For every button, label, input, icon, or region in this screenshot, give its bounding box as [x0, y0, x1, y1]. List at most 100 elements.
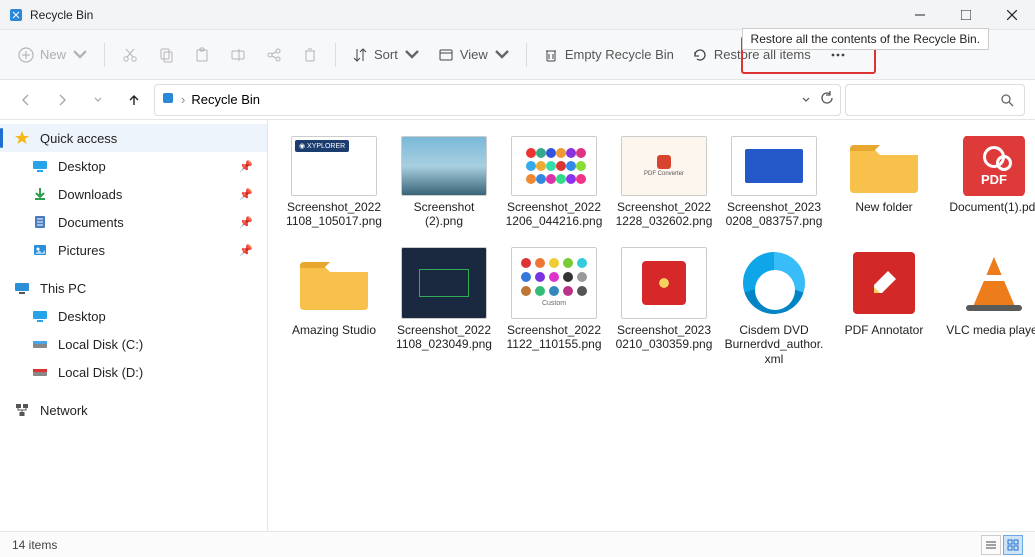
file-item[interactable]: PDF Document(1).pdf: [944, 136, 1035, 229]
sidebar-label: Downloads: [58, 187, 122, 202]
sidebar-quick-access[interactable]: Quick access: [0, 124, 267, 152]
file-list-area[interactable]: ◉ XYPLORER Screenshot_20221108_105017.pn…: [268, 120, 1035, 531]
file-label: Cisdem DVD Burnerdvd_author.xml: [724, 323, 824, 366]
sidebar-item-local-disk-c[interactable]: Local Disk (C:): [0, 330, 267, 358]
vlc-icon: [951, 247, 1035, 319]
file-item[interactable]: Custom Screenshot_20221122_110155.png: [504, 247, 604, 366]
file-label: Screenshot_20230208_083757.png: [724, 200, 824, 229]
sidebar-item-documents[interactable]: Documents 📌: [0, 208, 267, 236]
item-count: 14 items: [12, 538, 57, 552]
sidebar-item-desktop[interactable]: Desktop 📌: [0, 152, 267, 180]
file-item[interactable]: PDF Converter Screenshot_20221228_032602…: [614, 136, 714, 229]
empty-label: Empty Recycle Bin: [565, 47, 674, 62]
file-label: New folder: [855, 200, 912, 214]
recycle-bin-icon: [161, 91, 175, 108]
sidebar-item-local-disk-d[interactable]: Local Disk (D:): [0, 358, 267, 386]
status-bar: 14 items: [0, 531, 1035, 557]
file-label: Screenshot (2).png: [394, 200, 494, 229]
sidebar-label: Network: [40, 403, 88, 418]
file-item[interactable]: Screenshot (2).png: [394, 136, 494, 229]
file-item[interactable]: PDF Annotator: [834, 247, 934, 366]
file-label: Amazing Studio: [292, 323, 376, 337]
network-icon: [14, 402, 30, 418]
details-view-button[interactable]: [981, 535, 1001, 555]
file-item[interactable]: Screenshot_20230210_030359.png: [614, 247, 714, 366]
sidebar-label: Local Disk (C:): [58, 337, 143, 352]
star-icon: [14, 130, 30, 146]
search-icon: [1000, 93, 1014, 107]
file-label: Screenshot_20221108_105017.png: [284, 200, 384, 229]
sidebar-label: Local Disk (D:): [58, 365, 143, 380]
file-item[interactable]: New folder: [834, 136, 934, 229]
desktop-icon: [32, 158, 48, 174]
icons-view-button[interactable]: [1003, 535, 1023, 555]
file-label: Document(1).pdf: [949, 200, 1035, 214]
view-label: View: [460, 47, 488, 62]
new-button[interactable]: New: [10, 38, 96, 72]
navigation-pane: Quick access Desktop 📌 Downloads 📌 Docum…: [0, 120, 268, 531]
close-button[interactable]: [989, 0, 1035, 30]
sidebar-this-pc[interactable]: This PC: [0, 274, 267, 302]
address-dropdown-icon[interactable]: [802, 92, 810, 107]
file-item[interactable]: VLC media player: [944, 247, 1035, 366]
sidebar-label: Desktop: [58, 159, 106, 174]
view-button[interactable]: View: [430, 38, 518, 72]
sidebar-label: Desktop: [58, 309, 106, 324]
file-item[interactable]: ◉ XYPLORER Screenshot_20221108_105017.pn…: [284, 136, 384, 229]
empty-recycle-bin-button[interactable]: Empty Recycle Bin: [535, 38, 682, 72]
forward-button[interactable]: [46, 84, 78, 116]
delete-button[interactable]: [293, 38, 327, 72]
recent-locations-button[interactable]: [82, 84, 114, 116]
title-bar: Recycle Bin: [0, 0, 1035, 30]
minimize-button[interactable]: [897, 0, 943, 30]
search-box[interactable]: [845, 84, 1025, 116]
pin-icon: 📌: [239, 244, 253, 257]
document-icon: [32, 214, 48, 230]
file-label: Screenshot_20221228_032602.png: [614, 200, 714, 229]
file-item[interactable]: Amazing Studio: [284, 247, 384, 366]
file-label: VLC media player: [946, 323, 1035, 337]
sidebar-item-pc-desktop[interactable]: Desktop: [0, 302, 267, 330]
breadcrumb-segment[interactable]: Recycle Bin: [191, 92, 260, 107]
file-label: Screenshot_20221108_023049.png: [394, 323, 494, 352]
window-title: Recycle Bin: [30, 8, 93, 22]
file-label: Screenshot_20230210_030359.png: [614, 323, 714, 352]
cut-button[interactable]: [113, 38, 147, 72]
file-item[interactable]: Screenshot_20221108_023049.png: [394, 247, 494, 366]
disk-icon: [32, 336, 48, 352]
new-label: New: [40, 47, 66, 62]
sort-label: Sort: [374, 47, 398, 62]
sidebar-label: Documents: [58, 215, 124, 230]
file-label: Screenshot_20221206_044216.png: [504, 200, 604, 229]
address-bar[interactable]: › Recycle Bin: [154, 84, 841, 116]
sidebar-item-downloads[interactable]: Downloads 📌: [0, 180, 267, 208]
pin-icon: 📌: [239, 216, 253, 229]
pin-icon: 📌: [239, 188, 253, 201]
edge-icon: [731, 247, 817, 319]
pdf-annotator-icon: [841, 247, 927, 319]
file-item[interactable]: Screenshot_20221206_044216.png: [504, 136, 604, 229]
refresh-button[interactable]: [820, 91, 834, 108]
file-item[interactable]: Cisdem DVD Burnerdvd_author.xml: [724, 247, 824, 366]
file-label: Screenshot_20221122_110155.png: [504, 323, 604, 352]
sidebar-label: Quick access: [40, 131, 117, 146]
copy-button[interactable]: [149, 38, 183, 72]
up-button[interactable]: [118, 84, 150, 116]
sort-button[interactable]: Sort: [344, 38, 428, 72]
pc-icon: [14, 280, 30, 296]
file-label: PDF Annotator: [845, 323, 924, 337]
desktop-icon: [32, 308, 48, 324]
file-item[interactable]: Screenshot_20230208_083757.png: [724, 136, 824, 229]
folder-icon: [841, 136, 927, 196]
recycle-bin-icon: [8, 7, 24, 23]
sidebar-item-pictures[interactable]: Pictures 📌: [0, 236, 267, 264]
paste-button[interactable]: [185, 38, 219, 72]
share-button[interactable]: [257, 38, 291, 72]
restore-tooltip: Restore all the contents of the Recycle …: [742, 28, 989, 50]
rename-button[interactable]: [221, 38, 255, 72]
sidebar-label: This PC: [40, 281, 86, 296]
back-button[interactable]: [10, 84, 42, 116]
pin-icon: 📌: [239, 160, 253, 173]
sidebar-network[interactable]: Network: [0, 396, 267, 424]
maximize-button[interactable]: [943, 0, 989, 30]
